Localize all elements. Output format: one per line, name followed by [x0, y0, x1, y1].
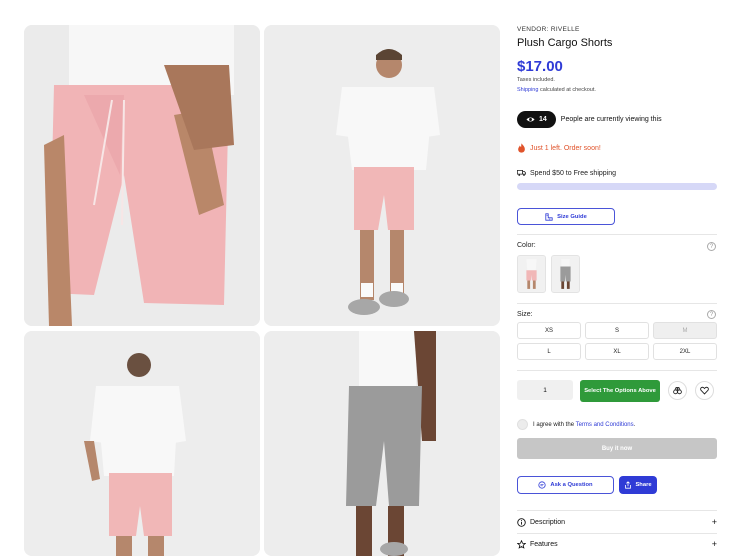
wishlist-button[interactable] — [695, 381, 714, 400]
add-to-cart-button[interactable]: Select The Options Above — [580, 380, 660, 402]
compare-button[interactable] — [668, 381, 687, 400]
binoculars-icon — [673, 386, 682, 395]
vendor-label: VENDOR: RIVELLE — [517, 26, 580, 33]
product-image-3[interactable] — [24, 331, 260, 556]
size-option-xl[interactable]: XL — [585, 343, 649, 360]
free-shipping-message: Spend $50 to Free shipping — [517, 169, 616, 177]
color-label: Color: — [517, 242, 536, 249]
size-guide-label: Size Guide — [557, 213, 587, 220]
size-option-m[interactable]: M — [653, 322, 717, 339]
stock-warning: Just 1 left. Order soon! — [517, 143, 601, 153]
buy-now-button[interactable]: Buy it now — [517, 438, 717, 459]
divider — [517, 510, 717, 511]
color-swatch-grey[interactable] — [551, 255, 580, 293]
size-help-icon[interactable]: ? — [707, 310, 716, 319]
terms-prefix: I agree with the — [533, 421, 576, 428]
terms-text: I agree with the Terms and Conditions. — [533, 422, 635, 428]
size-label: Size: — [517, 311, 533, 318]
product-price: $17.00 — [517, 58, 563, 75]
color-help-icon[interactable]: ? — [707, 242, 716, 251]
chat-icon — [538, 481, 546, 489]
plus-icon: + — [711, 517, 717, 527]
size-guide-button[interactable]: Size Guide — [517, 208, 615, 225]
info-icon — [517, 517, 526, 527]
taxes-note: Taxes included. — [517, 77, 555, 83]
stock-text: Just 1 left. Order soon! — [530, 144, 601, 152]
shipping-note-text: calculated at checkout. — [538, 87, 596, 93]
product-image-4[interactable] — [264, 331, 500, 556]
grey-shorts-image — [264, 331, 500, 556]
viewers-indicator: 14 People are currently viewing this — [517, 111, 662, 128]
divider — [517, 303, 717, 304]
model-front-image — [264, 25, 500, 326]
shorts-closeup-image — [24, 25, 260, 326]
viewer-count: 14 — [539, 116, 547, 123]
product-image-1[interactable] — [24, 25, 260, 326]
free-shipping-text: Spend $50 to Free shipping — [530, 169, 617, 177]
share-label: Share — [635, 482, 652, 488]
star-icon — [517, 539, 526, 549]
quantity-input[interactable]: 1 — [517, 380, 573, 400]
terms-agreement: I agree with the Terms and Conditions. — [517, 419, 635, 430]
ask-question-button[interactable]: Ask a Question — [517, 476, 614, 494]
ruler-icon — [545, 212, 553, 221]
terms-link[interactable]: Terms and Conditions — [576, 422, 634, 428]
size-options: XS S M L XL 2XL — [517, 322, 717, 360]
accordion-description[interactable]: Description + — [517, 513, 717, 531]
size-option-l[interactable]: L — [517, 343, 581, 360]
terms-suffix: . — [633, 421, 636, 428]
divider — [517, 234, 717, 235]
product-title: Plush Cargo Shorts — [517, 37, 613, 49]
pink-swatch-image — [518, 256, 545, 292]
size-option-xs[interactable]: XS — [517, 322, 581, 339]
size-option-2xl[interactable]: 2XL — [653, 343, 717, 360]
free-shipping-progress — [517, 183, 717, 190]
model-back-image — [24, 331, 260, 556]
viewer-count-badge: 14 — [517, 111, 556, 128]
heart-icon — [700, 386, 709, 395]
shipping-link[interactable]: Shipping — [517, 87, 538, 93]
plus-icon: + — [711, 539, 717, 549]
terms-checkbox[interactable] — [517, 419, 528, 430]
truck-icon — [517, 170, 526, 176]
share-icon — [625, 481, 632, 489]
share-button[interactable]: Share — [619, 476, 657, 494]
color-swatch-pink[interactable] — [517, 255, 546, 293]
flame-icon — [518, 143, 525, 153]
accordion-description-label: Description — [530, 518, 566, 526]
eye-icon — [526, 117, 535, 122]
product-image-2[interactable] — [264, 25, 500, 326]
accordion-features[interactable]: Features + — [517, 535, 717, 553]
viewer-text: People are currently viewing this — [560, 116, 662, 123]
ask-question-label: Ask a Question — [550, 482, 593, 488]
divider — [517, 370, 717, 371]
size-option-s[interactable]: S — [585, 322, 649, 339]
accordion-features-label: Features — [530, 540, 558, 548]
shipping-note: Shipping calculated at checkout. — [517, 87, 596, 93]
grey-swatch-image — [552, 256, 579, 292]
divider — [517, 533, 717, 534]
